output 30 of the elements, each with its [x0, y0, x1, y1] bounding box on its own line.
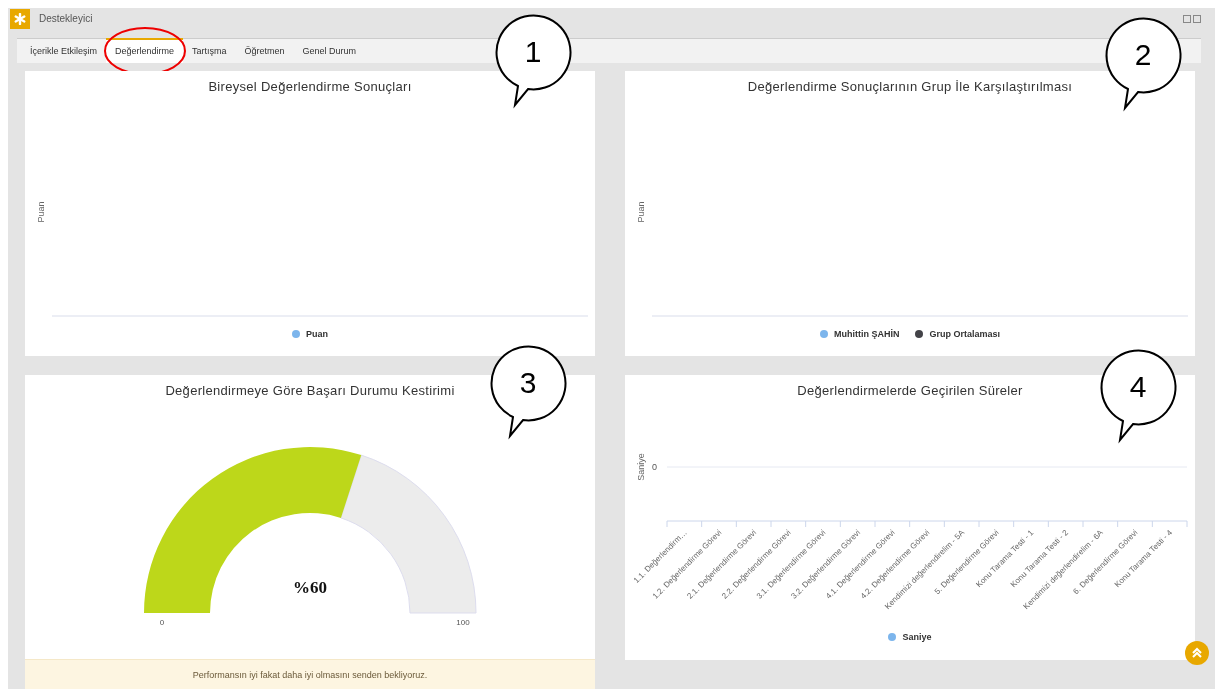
legend-item[interactable]: Muhittin ŞAHİN — [820, 329, 900, 339]
chart-title: Değerlendirmelerde Geçirilen Süreler — [797, 383, 1023, 398]
callout-number: 2 — [1134, 38, 1152, 71]
callout-number: 4 — [1129, 370, 1147, 403]
axis-label: Puan — [36, 201, 46, 223]
gauge-value: %60 — [293, 578, 327, 597]
tick-label: 0 — [652, 462, 657, 472]
legend-item[interactable]: Grup Ortalaması — [915, 329, 1000, 339]
tab[interactable]: Değerlendirme — [106, 37, 184, 63]
callout-number: 1 — [524, 35, 542, 68]
feedback-message: Performansın iyi fakat daha iyi olmasını senden bekliyoruz. — [192, 669, 428, 680]
callout-number: 3 — [519, 366, 537, 399]
window-title: Destekleyici — [39, 13, 94, 25]
chart-title: Değerlendirme Sonuçlarının Grup İle Karşılaştırılması — [747, 79, 1073, 94]
tab[interactable]: İçerikle Etkileşim — [21, 37, 106, 63]
app-logo-icon — [10, 8, 30, 29]
maximize-icon[interactable] — [1193, 14, 1201, 23]
chevron-up-icon — [1190, 646, 1204, 660]
tab[interactable]: Tartışma — [183, 37, 236, 63]
gauge-max-label: 100 — [456, 618, 470, 627]
axis-label: Puan — [636, 201, 646, 223]
chart-title: Bireysel Değerlendirme Sonuçları — [208, 79, 412, 94]
legend-item[interactable]: Puan — [292, 329, 328, 339]
legend-item[interactable]: Saniye — [888, 632, 932, 642]
tab[interactable]: Genel Durum — [293, 37, 366, 63]
tab[interactable]: Öğretmen — [235, 37, 294, 63]
chart-title: Değerlendirmeye Göre Başarı Durumu Kestirimi — [165, 383, 455, 398]
gauge-min-label: 0 — [159, 618, 165, 627]
axis-label: Saniye — [636, 453, 646, 481]
minimize-icon[interactable] — [1183, 14, 1191, 23]
